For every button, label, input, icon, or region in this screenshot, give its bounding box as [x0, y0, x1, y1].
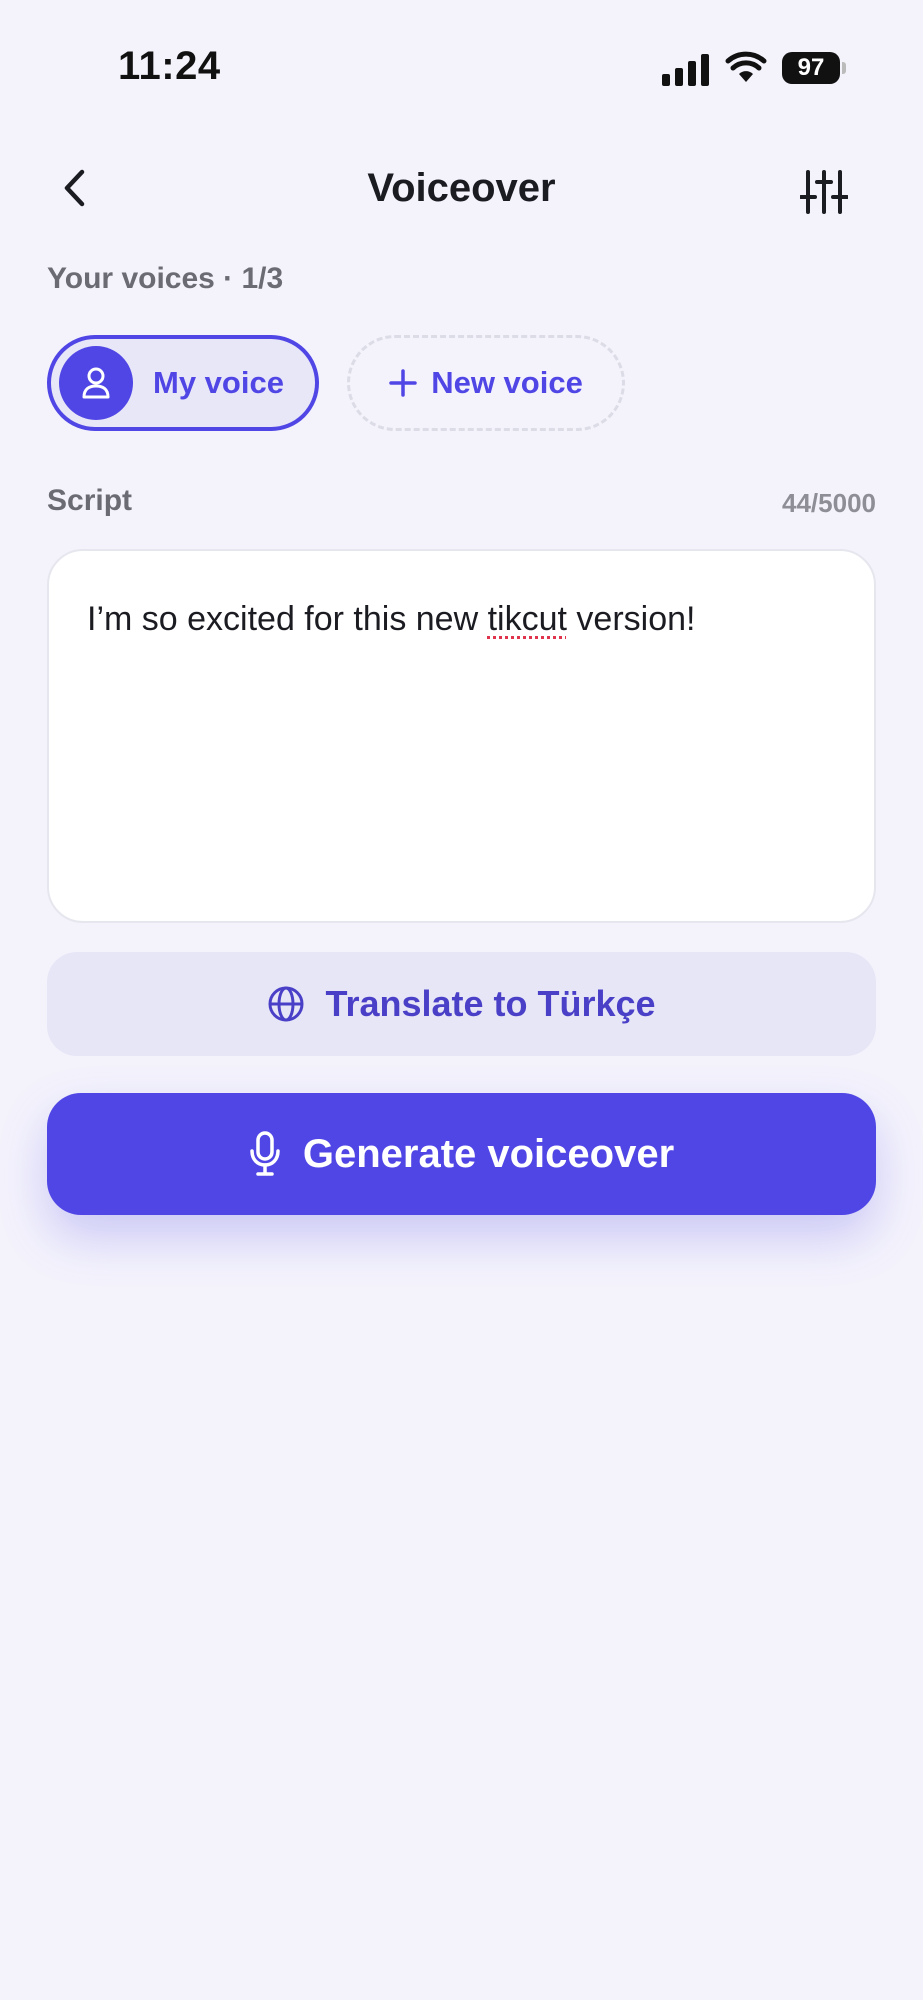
script-input[interactable]: I’m so excited for this new tikcut versi… — [47, 549, 876, 923]
microphone-icon — [250, 1131, 280, 1176]
status-time: 11:24 — [118, 44, 221, 88]
script-text-part: version! — [566, 600, 696, 638]
voice-chip-label: My voice — [153, 365, 284, 400]
voices-label: Your voices · 1/3 — [47, 262, 284, 295]
voice-avatar — [59, 346, 133, 420]
generate-voiceover-button[interactable]: Generate voiceover — [47, 1093, 876, 1215]
person-icon — [82, 367, 110, 399]
chevron-left-icon — [64, 169, 85, 207]
sliders-icon — [800, 170, 848, 214]
script-label: Script — [47, 484, 133, 517]
page-title: Voiceover — [367, 166, 556, 210]
translate-button[interactable]: Translate to Türkçe — [47, 952, 876, 1056]
wifi-icon — [725, 51, 767, 82]
back-button[interactable] — [52, 166, 96, 210]
script-text: I’m so excited for this new tikcut versi… — [87, 597, 836, 641]
translate-label: Translate to Türkçe — [325, 983, 656, 1024]
globe-icon — [268, 986, 304, 1022]
battery-cap — [842, 62, 846, 74]
voice-chip-my-voice[interactable]: My voice — [47, 335, 319, 431]
misspelled-word: tikcut — [487, 600, 567, 638]
battery-icon: 97 — [782, 52, 840, 84]
script-text-part: I’m so excited for this new — [87, 600, 488, 638]
generate-voiceover-label: Generate voiceover — [302, 1131, 675, 1176]
plus-icon — [389, 369, 417, 397]
character-count: 44/5000 — [782, 488, 876, 518]
settings-button[interactable] — [796, 164, 852, 220]
signal-icon — [662, 54, 709, 86]
new-voice-button[interactable]: New voice — [347, 335, 625, 431]
battery-level: 97 — [797, 54, 825, 81]
new-voice-label: New voice — [431, 365, 583, 400]
